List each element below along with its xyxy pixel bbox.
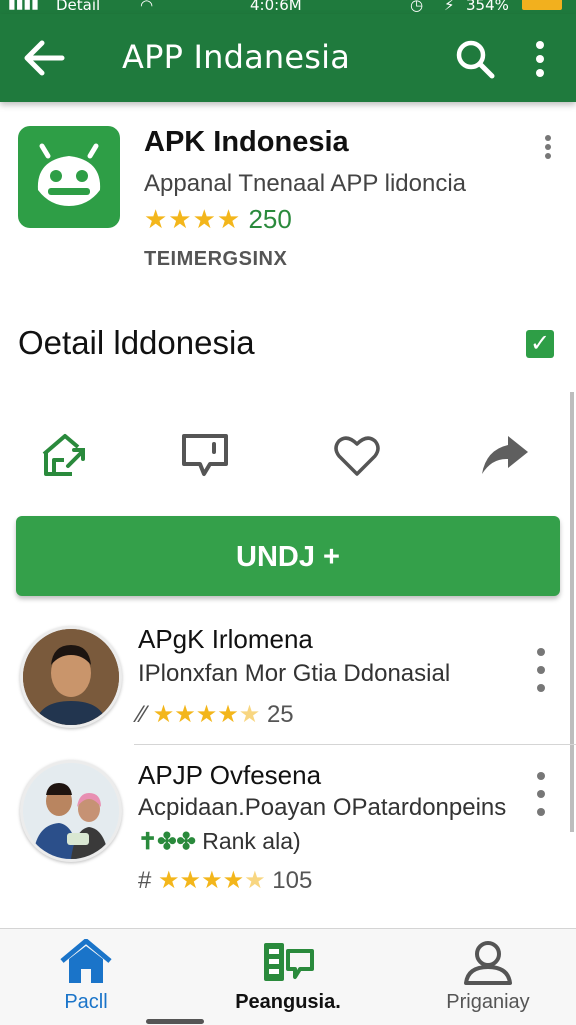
tag-icons: ✝✤✤ [138, 828, 196, 854]
people-photo-icon [23, 763, 119, 859]
rating-prefix: ⁄⁄ [138, 701, 147, 728]
battery-percent: 354% [466, 0, 509, 14]
rating-count: 105 [272, 867, 313, 894]
rating-stars: ★★★★ [144, 204, 242, 234]
nav-label-profile: Priganiay [446, 991, 530, 1013]
more-vert-icon[interactable] [528, 38, 552, 80]
person-photo-icon [23, 629, 119, 725]
half-star-icon: ★ [238, 701, 261, 728]
home-indicator [146, 1019, 204, 1024]
list-item-title: APgK Irlomena [138, 624, 313, 654]
developer-name: TEIMERGSINX [144, 248, 288, 270]
app-rating: ★★★★ 250 [144, 204, 292, 235]
divider [134, 744, 576, 745]
heart-icon[interactable] [330, 428, 384, 482]
person-icon [464, 941, 512, 985]
nav-label-apps: Peangusia. [235, 991, 341, 1013]
robot-face-icon [37, 143, 101, 206]
bolt-icon: ⚡ [444, 0, 455, 14]
list-item-subtitle: IPlonxfan Mor Gtia Ddonasial [138, 660, 451, 687]
list-item[interactable]: APJP Ovfesena Acpidaan.Poayan OPatardonp… [0, 748, 576, 908]
section-title: Oetail lddonesia [18, 324, 255, 361]
home-share-icon[interactable] [38, 428, 92, 482]
rating-stars: ★★★★ [158, 867, 245, 894]
nav-item-profile[interactable]: Priganiay [392, 929, 576, 1025]
carrier-label: Detail [56, 0, 101, 14]
rating-prefix: # [138, 867, 152, 894]
list-item-rating: ⁄⁄ ★★★★★ 25 [138, 700, 294, 729]
rating-count: 250 [248, 204, 292, 234]
app-bar: APP Indanesia [0, 14, 576, 102]
alarm-icon: ◷ [410, 0, 424, 14]
item-more-icon[interactable] [530, 646, 552, 694]
item-more-icon[interactable] [530, 770, 552, 818]
section-checkbox[interactable]: ✓ [526, 330, 554, 358]
battery-icon [522, 0, 562, 10]
share-arrow-icon[interactable] [478, 428, 532, 482]
install-button[interactable]: UNDJ + [16, 516, 560, 596]
bottom-nav: Pacll Peangusia. Priganiay [0, 928, 576, 1025]
avatar [20, 626, 122, 728]
rating-count: 25 [266, 701, 294, 728]
home-icon [60, 939, 112, 983]
comment-icon[interactable] [178, 428, 232, 482]
list-item-subtitle: Acpidaan.Poayan OPatardonpeins [138, 794, 507, 821]
nav-item-apps[interactable]: Peangusia. [192, 929, 384, 1025]
search-icon[interactable] [454, 38, 496, 80]
app-name: APK Indonesia [144, 126, 349, 158]
wifi-icon: ◠ [140, 0, 154, 14]
app-bar-title: APP Indanesia [122, 38, 351, 76]
list-item[interactable]: APgK Irlomena IPlonxfan Mor Gtia Ddonasi… [0, 612, 576, 744]
list-item-rating: # ★★★★★ 105 [138, 866, 312, 895]
nav-item-home[interactable]: Pacll [0, 929, 182, 1025]
app-icon[interactable] [18, 126, 120, 228]
status-time: 4:0:6M [250, 0, 302, 14]
status-bar: ▮▮▮▮ Detail ◠ 4:0:6M ◷ ⚡ 354% [0, 0, 576, 14]
list-item-title: APJP Ovfesena [138, 760, 322, 790]
apps-icon [264, 943, 314, 981]
half-star-icon: ★ [244, 867, 266, 894]
list-item-tag: ✝✤✤ Rank ala) [138, 828, 301, 855]
app-subtitle: Appanal Tnenaal APP lidoncia [144, 170, 467, 197]
rating-stars: ★★★★ [152, 701, 239, 728]
signal-icon: ▮▮▮▮ [8, 0, 39, 12]
tag-label: Rank ala) [202, 828, 301, 854]
app-more-icon[interactable] [538, 134, 558, 160]
arrow-left-icon[interactable] [22, 38, 66, 78]
avatar [20, 760, 122, 862]
nav-label-home: Pacll [64, 991, 108, 1013]
